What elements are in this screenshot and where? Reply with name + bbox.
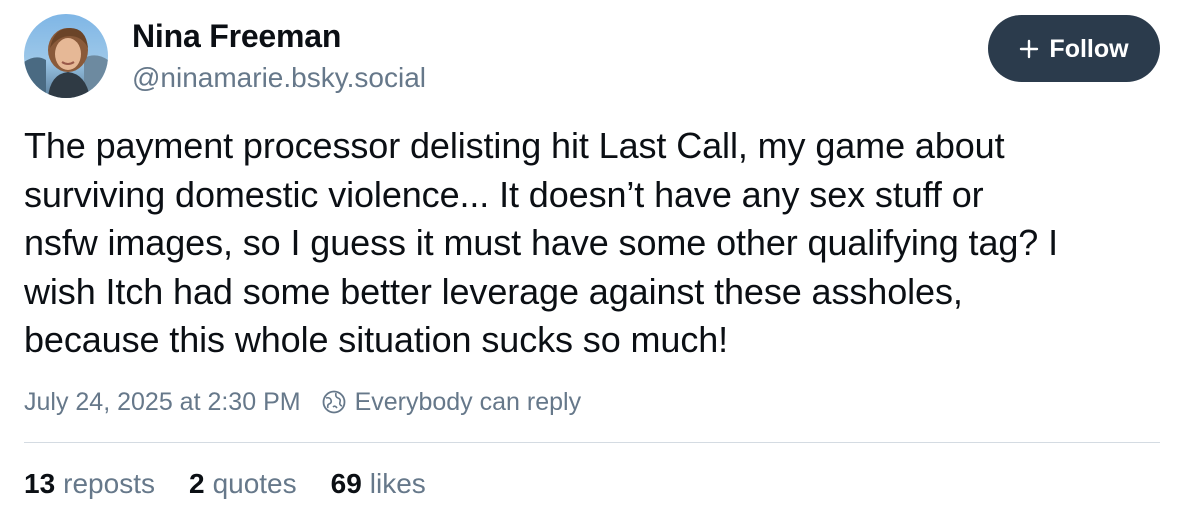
- profile-photo-icon: [24, 14, 108, 98]
- reposts-label: reposts: [63, 468, 155, 499]
- display-name[interactable]: Nina Freeman: [132, 16, 341, 56]
- quotes-count: 2: [188, 468, 205, 499]
- follow-button[interactable]: Follow: [988, 15, 1160, 82]
- likes-label: likes: [369, 468, 426, 499]
- quotes-label: quotes: [212, 468, 297, 499]
- reposts-stat[interactable]: 13 reposts: [24, 466, 155, 502]
- reply-setting: Everybody can reply: [354, 387, 582, 416]
- quotes-stat[interactable]: 2 quotes: [189, 466, 297, 502]
- user-handle[interactable]: @ninamarie.bsky.social: [132, 60, 426, 96]
- likes-count: 69: [330, 468, 362, 499]
- post-card: Nina Freeman @ninamarie.bsky.social Foll…: [0, 0, 1178, 518]
- post-stats: 13 reposts 2 quotes 69 likes: [24, 464, 460, 504]
- plus-icon: [1019, 39, 1039, 59]
- follow-label: Follow: [1049, 34, 1129, 63]
- post-text: The payment processor delisting hit Last…: [24, 125, 1059, 360]
- divider: [24, 442, 1160, 443]
- globe-icon: [321, 389, 347, 415]
- avatar[interactable]: [24, 14, 108, 98]
- likes-stat[interactable]: 69 likes: [331, 466, 426, 502]
- reposts-count: 13: [24, 468, 56, 499]
- post-timestamp[interactable]: July 24, 2025 at 2:30 PM: [24, 388, 301, 417]
- post-meta: July 24, 2025 at 2:30 PM Everybody can r…: [24, 384, 581, 420]
